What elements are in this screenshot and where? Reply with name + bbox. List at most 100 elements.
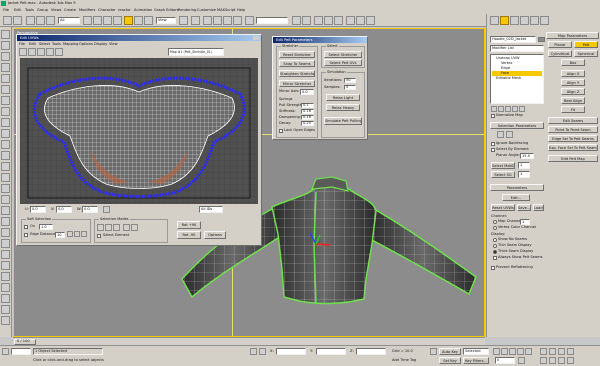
ignore-backfacing-checkbox[interactable]: [491, 142, 495, 146]
align-icon[interactable]: [302, 16, 311, 25]
zoom-extents-all-icon[interactable]: [567, 348, 574, 355]
pelt-button[interactable]: Pelt: [574, 41, 598, 48]
stack-item-editable-mesh[interactable]: Editable Mesh: [496, 76, 521, 81]
all-ids-dropdown[interactable]: All IDs: [199, 206, 223, 213]
z-coordinate-field[interactable]: [356, 348, 386, 355]
tab-icon-7[interactable]: [1, 96, 10, 105]
uvw-rotate-icon[interactable]: [28, 48, 36, 56]
utilities-tab-icon[interactable]: [540, 16, 549, 25]
zoom-extents-icon[interactable]: [558, 348, 565, 355]
go-to-start-icon[interactable]: [493, 348, 500, 355]
select-sg-button[interactable]: Select SG: [491, 171, 515, 178]
curve-editor-icon[interactable]: [324, 16, 333, 25]
tab-icon-2[interactable]: [1, 41, 10, 50]
tab-icon-14[interactable]: [1, 173, 10, 182]
menu-item-tools[interactable]: Tools: [25, 8, 34, 13]
tab-icon-6[interactable]: [1, 85, 10, 94]
w-value-field[interactable]: 0.0: [82, 206, 98, 213]
uvw-menu-options[interactable]: Options: [79, 42, 93, 47]
link-icon[interactable]: [26, 16, 35, 25]
shrink-selection-icon[interactable]: [131, 224, 138, 231]
uvw-menu-select[interactable]: Select: [39, 42, 50, 47]
falloff-mode-icon-3[interactable]: [81, 231, 87, 237]
rot-plus-90-button[interactable]: Rot +90: [177, 221, 201, 229]
time-slider[interactable]: 0 / 100: [13, 337, 485, 345]
undo-icon[interactable]: [3, 16, 12, 25]
tab-icon-21[interactable]: [1, 250, 10, 259]
schematic-view-icon[interactable]: [334, 16, 343, 25]
hierarchy-tab-icon[interactable]: [510, 16, 519, 25]
expand-selection-icon[interactable]: [497, 131, 504, 138]
tab-icon-5[interactable]: [1, 74, 10, 83]
pivot-center-icon[interactable]: [179, 16, 188, 25]
edge-distance-checkbox[interactable]: [24, 233, 28, 237]
contract-selection-icon[interactable]: [506, 131, 513, 138]
redo-icon[interactable]: [13, 16, 22, 25]
save-button[interactable]: Save...: [517, 204, 531, 211]
select-and-rotate-icon[interactable]: [134, 16, 143, 25]
select-stretcher-button[interactable]: Select Stretcher: [324, 51, 362, 58]
select-by-name-icon[interactable]: [93, 16, 102, 25]
object-name-field[interactable]: Hoodie_02D_Jacket: [490, 36, 536, 43]
tab-icon-8[interactable]: [1, 107, 10, 116]
tab-icon-27[interactable]: [1, 316, 10, 325]
previous-frame-icon[interactable]: [501, 348, 508, 355]
mirror-axis-field[interactable]: 0.0: [300, 89, 314, 95]
configure-modifier-sets-icon[interactable]: [519, 106, 525, 112]
thin-seam-display-radio[interactable]: [493, 244, 497, 248]
mirror-icon[interactable]: [292, 16, 301, 25]
selection-lock-icon[interactable]: [250, 348, 257, 355]
menu-item-customize[interactable]: Customize: [197, 8, 216, 13]
load-button[interactable]: Load...: [533, 204, 544, 211]
dampening-field[interactable]: 0.16: [301, 115, 314, 120]
uvw-freeform-icon[interactable]: [46, 48, 54, 56]
tab-icon-22[interactable]: [1, 261, 10, 270]
exp-face-sel-to-pelt-seams-button[interactable]: Exp. Face Sel To Pelt Seams: [548, 144, 598, 151]
tab-icon-15[interactable]: [1, 184, 10, 193]
falloff-mode-icon-2[interactable]: [74, 231, 80, 237]
menu-item-reactor[interactable]: reactor: [118, 8, 131, 13]
tab-icon-13[interactable]: [1, 162, 10, 171]
menu-item-create[interactable]: Create: [64, 8, 76, 13]
quick-render-icon[interactable]: [366, 16, 375, 25]
tab-icon-24[interactable]: [1, 283, 10, 292]
uvw-map-dropdown[interactable]: Map #1 (Pelt_Shrinkle_01): [168, 48, 224, 56]
edge-sel-to-pelt-seams-button[interactable]: Edge Sel To Pelt Seams: [548, 135, 598, 142]
auto-key-button[interactable]: Auto Key: [439, 348, 461, 355]
menu-item-animation[interactable]: Animation: [134, 8, 152, 13]
named-selection-icon[interactable]: [245, 16, 254, 25]
reference-coordinate-dropdown[interactable]: View: [156, 17, 176, 24]
add-time-tag[interactable]: Add Time Tag: [392, 358, 416, 363]
pan-icon[interactable]: [549, 357, 556, 364]
select-sg-field[interactable]: 1: [518, 171, 530, 178]
normalize-map-checkbox[interactable]: [491, 114, 495, 118]
maximize-viewport-icon[interactable]: [567, 357, 574, 364]
uv-canvas[interactable]: [20, 58, 258, 204]
select-and-move-icon[interactable]: [124, 16, 133, 25]
uvw-menu-tools[interactable]: Tools: [52, 42, 61, 47]
uvw-menu-display[interactable]: Display: [94, 42, 107, 47]
menu-item-rendering[interactable]: Rendering: [178, 8, 196, 13]
planar-angle-field[interactable]: 15.0: [520, 153, 534, 159]
box-button[interactable]: Box: [561, 59, 585, 66]
show-end-result-icon[interactable]: [498, 106, 504, 112]
relax-light-button[interactable]: Relax Light: [326, 94, 360, 101]
selection-filter-dropdown[interactable]: All: [58, 17, 80, 24]
decay-field[interactable]: 0.25: [301, 121, 314, 126]
modifier-list-dropdown[interactable]: Modifier List: [490, 45, 544, 52]
tab-icon-18[interactable]: [1, 217, 10, 226]
percent-snap-icon[interactable]: [223, 16, 232, 25]
relax-heavy-button[interactable]: Relax Heavy: [326, 104, 360, 111]
edit-button[interactable]: Edit...: [502, 194, 530, 201]
menu-item-file[interactable]: File: [3, 8, 9, 13]
vertex-mode-icon[interactable]: [97, 224, 104, 231]
tab-icon-3[interactable]: [1, 52, 10, 61]
set-key-button[interactable]: Set Key: [439, 357, 461, 364]
samples-field[interactable]: 5: [344, 85, 356, 90]
uvw-menu-mapping[interactable]: Mapping: [63, 42, 78, 47]
layer-manager-icon[interactable]: [314, 16, 323, 25]
tab-icon-4[interactable]: [1, 63, 10, 72]
align-z-button[interactable]: Align Z: [561, 88, 585, 95]
tab-icon-25[interactable]: [1, 294, 10, 303]
options-button[interactable]: Options: [204, 231, 226, 239]
